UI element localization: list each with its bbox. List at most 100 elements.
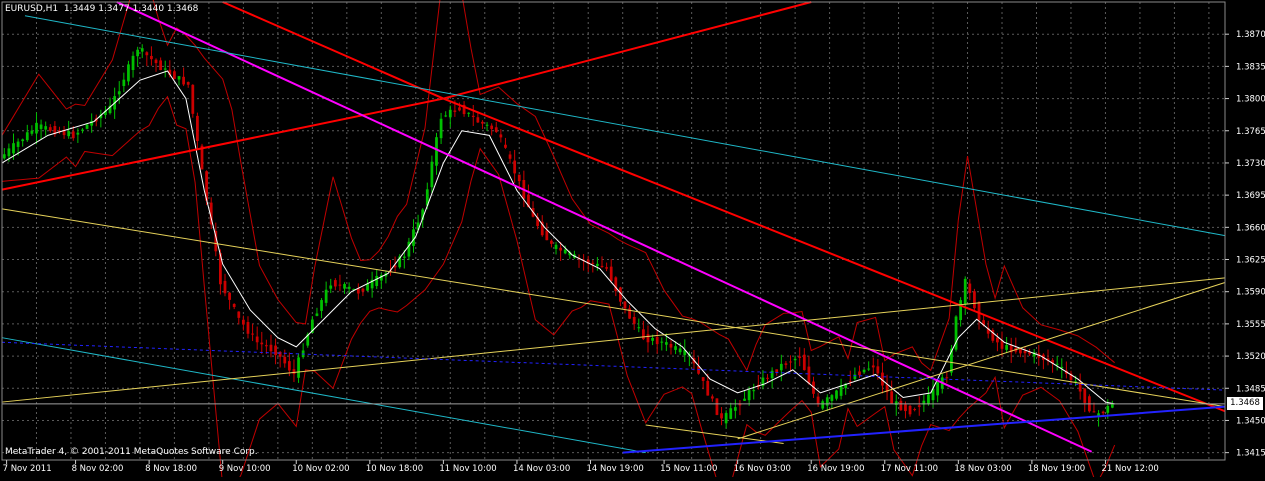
candle-body [848,381,852,383]
candle-body [283,356,287,364]
candle-body [223,280,227,294]
candle-body [131,55,135,71]
candle-body [701,377,705,381]
candle-body [963,278,967,305]
candle-body [251,333,254,335]
candle-body [779,363,783,371]
candle-body [315,313,319,316]
candle-body [196,115,199,142]
candle-body [320,300,323,311]
x-tick-label: 15 Nov 11:00 [660,464,717,474]
candle-body [609,266,613,282]
candle-body [743,398,746,401]
current-price-tag: 1.3468 [1227,397,1263,410]
candle-body [12,143,15,154]
x-tick-label: 8 Nov 18:00 [145,464,197,474]
candle-body [669,343,673,348]
candle-body [807,366,811,384]
candle-body [1083,388,1087,403]
candle-body [30,130,34,134]
y-tick-label: 1.3485 [1236,384,1265,394]
y-tick-label: 1.3415 [1236,449,1265,459]
x-tick-label: 10 Nov 18:00 [366,464,423,474]
candle-body [545,230,549,241]
candle-body [1092,411,1096,413]
candle-body [563,249,567,254]
candle-body [600,265,604,267]
x-tick-label: 8 Nov 02:00 [72,464,124,474]
candle-body [724,413,728,424]
candle-body [430,161,434,188]
candle-body [798,356,802,358]
y-tick-label: 1.3555 [1236,320,1265,330]
candle-body [287,361,291,371]
candle-body [246,322,250,334]
candle-body [237,311,241,318]
candle-body [338,284,342,286]
candle-body [752,390,756,392]
candle-body [182,76,185,85]
candle-body [605,267,608,269]
candle-body [324,289,328,303]
candle-body [435,137,438,166]
candle-body [375,275,379,286]
candle-body [186,82,190,85]
candle-body [297,357,300,378]
candle-body [444,115,448,117]
candle-body [646,334,650,343]
candle-body [439,118,443,139]
candle-body [154,59,158,64]
candle-body [867,368,871,370]
x-tick-label: 10 Nov 02:00 [292,464,349,474]
candle-body [784,363,788,365]
candle-body [1101,411,1105,414]
candle-body [554,244,558,249]
candle-body [710,396,714,399]
candle-body [361,288,365,292]
candle-body [255,336,259,343]
candle-body [959,300,963,321]
candle-body [747,390,751,401]
candle-body [343,284,346,289]
candle-body [191,84,195,114]
candle-body [508,154,512,159]
candle-body [150,55,153,60]
candle-body [1023,350,1027,354]
candle-body [904,404,907,412]
y-tick-label: 1.3590 [1236,288,1265,298]
chart-area[interactable]: 1.3870 1.3835 1.3800 1.3765 1.3730 1.3695 1.36… [0,0,1265,481]
x-tick-label: 16 Nov 03:00 [734,464,791,474]
y-tick-label: 1.3835 [1236,62,1265,72]
candle-body [485,124,489,126]
x-tick-label: 14 Nov 19:00 [587,464,644,474]
candle-body [274,345,277,356]
x-tick-label: 9 Nov 10:00 [219,464,271,474]
y-tick-label: 1.3800 [1236,95,1265,105]
candle-body [517,174,521,182]
candle-body [908,405,912,415]
candle-body [490,125,494,129]
y-tick-label: 1.3520 [1236,352,1265,362]
x-tick-label: 14 Nov 03:00 [513,464,570,474]
candle-body [858,371,861,376]
candle-body [775,369,779,373]
y-tick-label: 1.3730 [1236,159,1265,169]
candle-body [996,337,999,343]
candle-body [453,110,457,112]
candle-body [2,154,6,159]
candle-body [591,262,595,264]
candle-body [655,336,659,345]
candle-body [674,346,677,350]
candle-body [467,112,471,114]
candle-body [85,124,89,129]
y-tick-label: 1.3765 [1236,127,1265,137]
candle-body [333,280,337,287]
price-chart[interactable]: 1.3870 1.3835 1.3800 1.3765 1.3730 1.3695 1.36… [0,0,1265,481]
candle-body [504,144,507,148]
candle-body [67,131,71,137]
candle-body [264,345,268,347]
candle-body [913,409,917,411]
candle-body [894,401,898,406]
candle-body [973,291,976,309]
y-tick-label: 1.3695 [1236,191,1265,201]
